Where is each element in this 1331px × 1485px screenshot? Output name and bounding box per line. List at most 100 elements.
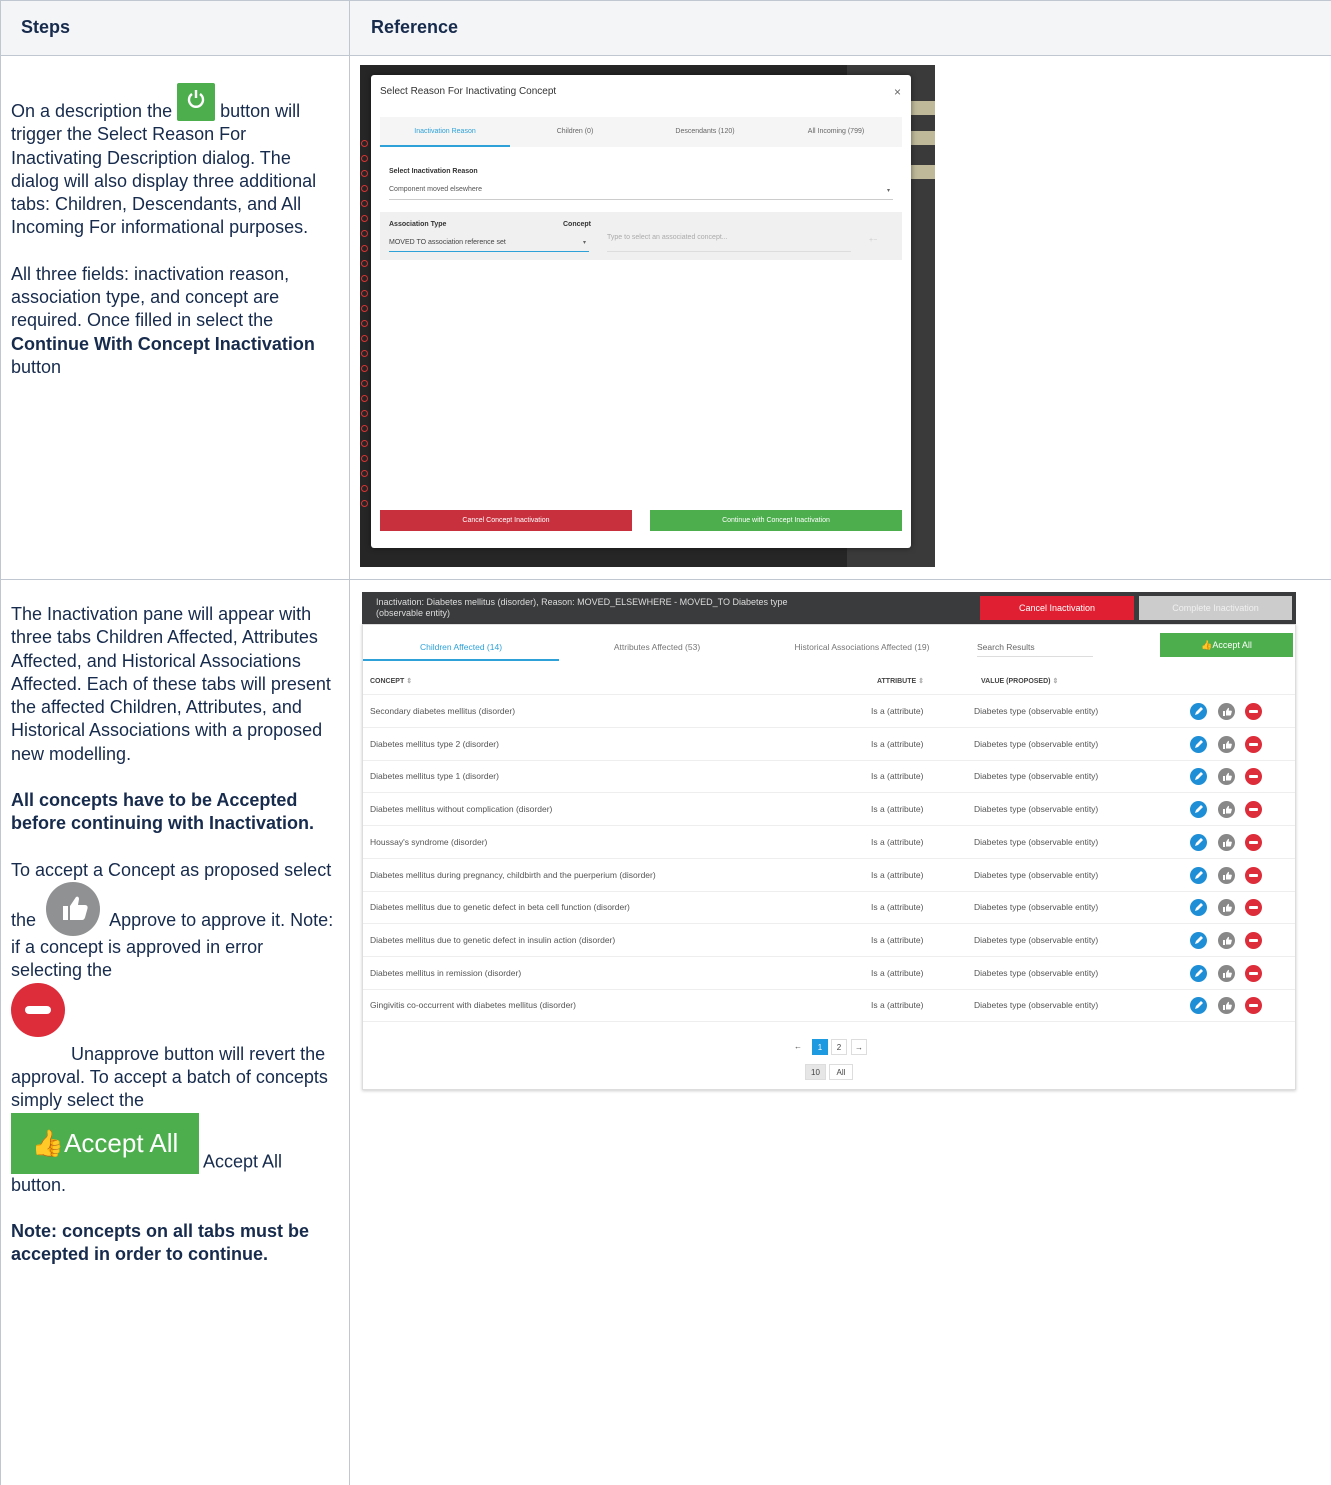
concept-underline [607,251,851,252]
edit-icon[interactable] [1190,866,1207,884]
attribute-cell: Is a (attribute) [871,967,924,978]
approve-thumb-icon [46,881,101,936]
minus-icon[interactable] [1245,997,1262,1015]
attribute-cell: Is a (attribute) [871,804,924,815]
unapprove-minus-icon [11,982,65,1037]
concept-cell: Diabetes mellitus type 2 (disorder) [370,738,499,749]
reason-underline [389,199,893,200]
chevron-down-icon[interactable]: ▾ [887,187,890,194]
minus-icon[interactable] [1245,801,1262,819]
tab-children[interactable]: Children (0) [510,128,640,135]
header-reference: Reference [371,17,459,37]
thumbs-up-icon: 👍 [31,1127,65,1158]
reason-label: Select Inactivation Reason [389,168,478,175]
table-row: Secondary diabetes mellitus (disorder) Is… [363,695,1295,728]
association-type-select[interactable]: MOVED TO association reference set [389,239,506,246]
thumbs-up-icon[interactable] [1218,768,1235,786]
value-cell: Diabetes type (observable entity) [974,934,1099,945]
edit-icon[interactable] [1190,801,1207,819]
concept-cell: Diabetes mellitus without complication (… [370,804,553,815]
reason-select[interactable]: Component moved elsewhere [389,186,482,193]
value-cell: Diabetes type (observable entity) [974,1000,1099,1011]
edit-icon[interactable] [1190,997,1207,1015]
value-cell: Diabetes type (observable entity) [974,869,1099,880]
minus-icon[interactable] [1245,899,1262,917]
attribute-cell: Is a (attribute) [871,771,924,782]
attribute-cell: Is a (attribute) [871,738,924,749]
minus-icon[interactable] [1245,866,1262,884]
table-row: Diabetes mellitus in remission (disorder… [363,957,1295,990]
complete-inactivation-button[interactable]: Complete Inactivation [1139,596,1292,620]
prev-page-button[interactable]: ← [790,1039,806,1055]
value-cell: Diabetes type (observable entity) [974,967,1099,978]
concept-input[interactable]: Type to select an associated concept... [607,234,728,241]
active-tab-indicator [380,145,510,147]
minus-icon[interactable] [1245,768,1262,786]
accept-all-button[interactable]: 👍Accept All [1160,633,1293,657]
inline-accept-all-image: 👍Accept All [11,1112,199,1174]
concept-cell: Houssay's syndrome (disorder) [370,836,488,847]
concept-cell: Diabetes mellitus due to genetic defect … [370,934,616,945]
thumbs-up-icon[interactable] [1218,735,1235,753]
thumbs-up-icon[interactable] [1218,899,1235,917]
cancel-concept-inactivation-button[interactable]: Cancel Concept Inactivation [380,510,632,531]
table-header-row [0,0,1331,55]
thumbs-up-icon[interactable] [1218,997,1235,1015]
concept-cell: Gingivitis co-occurrent with diabetes me… [370,1000,576,1011]
edit-icon[interactable] [1190,703,1207,720]
page-size-10-button[interactable]: 10 [805,1064,826,1080]
accept-all-label: Accept All [1212,640,1252,650]
edit-icon[interactable] [1190,768,1207,786]
thumbs-up-icon[interactable] [1218,931,1235,949]
minus-icon[interactable] [1245,735,1262,753]
thumbs-up-icon[interactable] [1218,703,1235,720]
edit-icon[interactable] [1190,931,1207,949]
page-2-button[interactable]: 2 [831,1039,847,1055]
tab-attributes-affected[interactable]: Attributes Affected (53) [559,642,755,652]
row2-steps-accept-c: Unapprove button will revert the approva… [11,1043,328,1111]
pane-body: Children Affected (14) Attributes Affect… [362,624,1296,1090]
edit-icon[interactable] [1190,964,1207,982]
remove-association-icon[interactable]: +− [869,237,877,244]
thumbs-up-icon[interactable] [1218,801,1235,819]
minus-icon[interactable] [1245,964,1262,982]
dialog-tabs: Inactivation Reason Children (0) Descend… [380,117,902,147]
page-size-all-button[interactable]: All [829,1064,853,1080]
sort-icon: ⇕ [406,678,413,685]
thumbs-up-icon[interactable] [1218,964,1235,982]
tab-all-incoming[interactable]: All Incoming (799) [770,128,902,135]
tab-historical-associations-affected[interactable]: Historical Associations Affected (19) [755,642,969,652]
sort-icon: ⇕ [918,678,924,685]
cancel-inactivation-button[interactable]: Cancel Inactivation [980,596,1134,620]
column-header-attribute[interactable]: ATTRIBUTE ⇕ [877,677,924,685]
next-page-button[interactable]: → [851,1039,867,1055]
attribute-cell: Is a (attribute) [871,902,924,913]
dialog-screenshot: Select Reason For Inactivating Concept ×… [360,65,935,567]
tab-inactivation-reason[interactable]: Inactivation Reason [380,128,510,135]
page-1-button[interactable]: 1 [812,1039,828,1055]
minus-icon[interactable] [1245,833,1262,851]
chevron-down-icon[interactable]: ▾ [583,239,586,246]
concept-cell: Diabetes mellitus type 1 (disorder) [370,771,499,782]
dialog-title: Select Reason For Inactivating Concept [380,86,557,97]
value-cell: Diabetes type (observable entity) [974,836,1099,847]
inactivation-dialog: Select Reason For Inactivating Concept ×… [371,75,911,548]
power-icon [177,83,216,121]
thumbs-up-icon[interactable] [1218,833,1235,851]
search-input[interactable]: Search Results [977,637,1093,657]
tab-descendants[interactable]: Descendants (120) [640,128,770,135]
thumbs-up-icon[interactable] [1218,866,1235,884]
minus-icon[interactable] [1245,703,1262,720]
tab-children-affected[interactable]: Children Affected (14) [363,642,559,652]
minus-icon[interactable] [1245,931,1262,949]
column-header-value[interactable]: VALUE (PROPOSED) ⇕ [981,677,1058,685]
close-icon[interactable]: × [894,85,901,99]
value-cell: Diabetes type (observable entity) [974,706,1099,716]
concept-cell: Diabetes mellitus in remission (disorder… [370,967,522,978]
edit-icon[interactable] [1190,735,1207,753]
edit-icon[interactable] [1190,833,1207,851]
column-header-concept[interactable]: CONCEPT ⇕ [370,677,412,685]
table-row: Diabetes mellitus during pregnancy, chil… [363,859,1295,892]
continue-concept-inactivation-button[interactable]: Continue with Concept Inactivation [650,510,902,531]
edit-icon[interactable] [1190,899,1207,917]
